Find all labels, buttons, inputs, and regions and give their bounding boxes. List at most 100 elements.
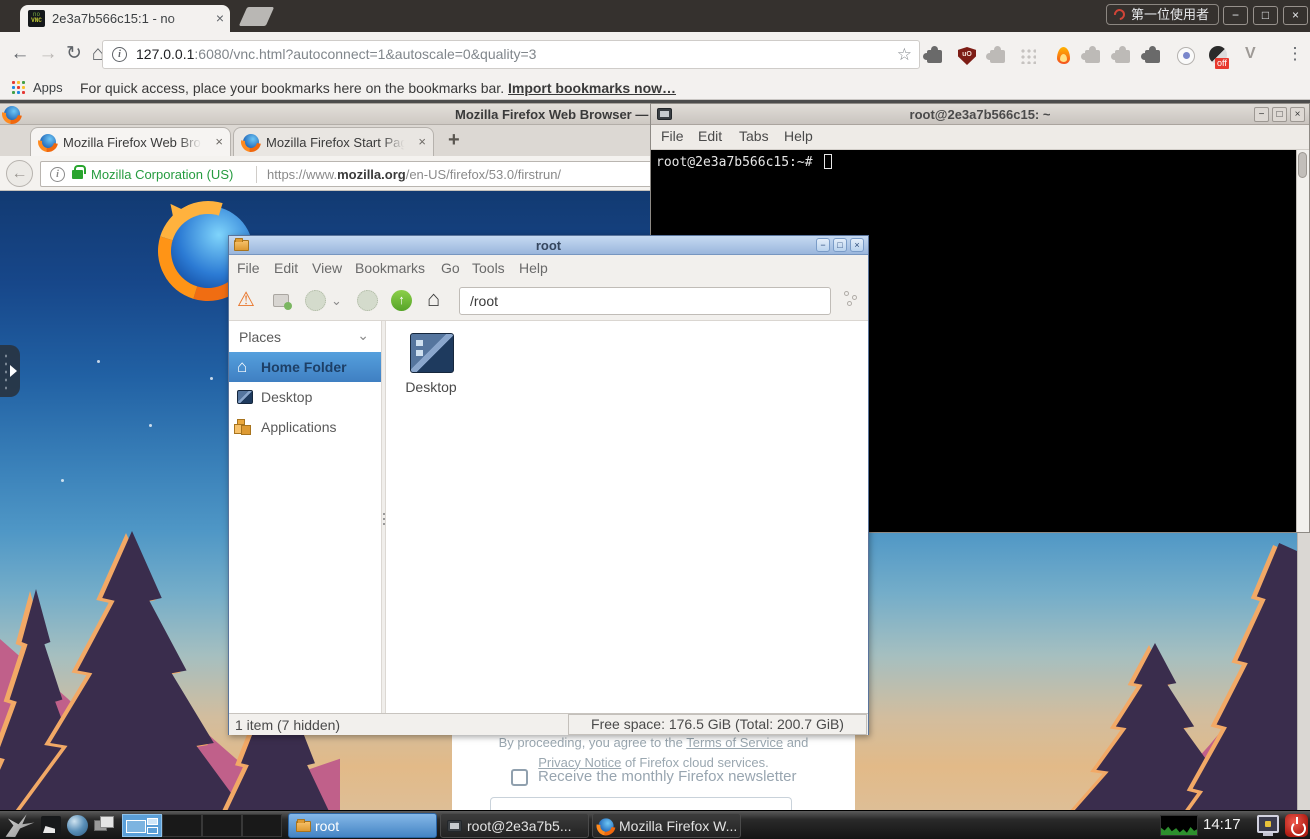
extension-ublock[interactable]: uO (955, 44, 979, 68)
tab-close-icon[interactable]: × (216, 11, 224, 25)
home-directory-button[interactable]: ⌂ (427, 286, 440, 312)
power-button[interactable] (1285, 814, 1308, 837)
page-info-icon[interactable]: i (112, 47, 127, 62)
web-browser-launcher-icon[interactable] (67, 815, 88, 836)
terminal-maximize-button[interactable]: □ (1272, 107, 1287, 122)
import-bookmarks-link[interactable]: Import bookmarks now… (508, 80, 676, 96)
extension-flame[interactable] (1051, 44, 1075, 68)
identity-label[interactable]: Mozilla Corporation (US) (91, 167, 233, 182)
terminal-scrollbar[interactable] (1296, 150, 1309, 532)
terminal-prompt: root@2e3a7b566c15:~# (656, 154, 832, 170)
minimize-icon: − (1232, 8, 1239, 22)
lxde-menu-icon[interactable] (5, 813, 35, 838)
url-prefix: https://www. (267, 167, 337, 182)
path-field[interactable]: /root (459, 287, 831, 315)
warning-icon[interactable]: ⚠ (237, 287, 255, 312)
back-button[interactable]: ← (8, 41, 32, 67)
novnc-control-handle[interactable] (0, 345, 20, 397)
menu-file[interactable]: File (661, 128, 684, 144)
firefox-new-tab-button[interactable]: + (448, 129, 460, 152)
firefox-tab-1[interactable]: Mozilla Firefox Web Bro × (30, 127, 231, 156)
iconify-windows-icon[interactable] (94, 816, 116, 835)
extension-chat[interactable] (1174, 44, 1198, 68)
apps-grid-icon[interactable] (12, 81, 25, 94)
file-manager-titlebar[interactable]: root − □ × (229, 236, 868, 255)
place-applications[interactable]: Applications (229, 412, 381, 442)
omnibox[interactable]: i 127.0.0.1:6080/vnc.html?autoconnect=1&… (102, 40, 920, 69)
extension-vimium[interactable]: V (1241, 44, 1265, 68)
window-minimize-button[interactable]: − (1223, 6, 1248, 25)
chevron-down-icon[interactable]: ⌄ (357, 327, 369, 344)
window-close-button[interactable]: × (1283, 6, 1308, 25)
menu-file[interactable]: File (237, 260, 260, 276)
chrome-active-tab[interactable]: noVNC 2e3a7b566c15:1 - no × (20, 5, 230, 32)
extension-puzzle-dark-1[interactable] (923, 44, 947, 68)
apps-label[interactable]: Apps (33, 80, 63, 95)
scrollbar-thumb[interactable] (1298, 152, 1307, 178)
firefox-tab-2[interactable]: Mozilla Firefox Start Pag × (233, 127, 434, 156)
chevron-down-icon[interactable]: ⌄ (331, 293, 342, 309)
reload-button[interactable]: ↻ (62, 41, 86, 67)
tab-close-icon[interactable]: × (418, 134, 426, 149)
extension-puzzle-light-1[interactable] (986, 44, 1010, 68)
chrome-menu-button[interactable]: ⋮ (1284, 42, 1306, 66)
forward-button[interactable]: → (36, 41, 60, 67)
profile-chip[interactable]: 第一位使用者 (1106, 4, 1219, 25)
desktop-3[interactable] (202, 814, 242, 837)
extension-puzzle-dark-2[interactable] (1141, 44, 1165, 68)
file-item-desktop[interactable]: Desktop (396, 331, 466, 401)
file-manager-statusbar: 1 item (7 hidden) Free space: 176.5 GiB … (229, 713, 868, 735)
side-pane-icon[interactable] (844, 291, 860, 309)
close-icon: × (1295, 109, 1301, 120)
page-info-icon[interactable]: i (50, 167, 65, 182)
window-maximize-button[interactable]: □ (1253, 6, 1278, 25)
menu-tabs[interactable]: Tabs (739, 128, 769, 144)
taskbar-button-file-manager[interactable]: root (288, 813, 437, 838)
extension-grid[interactable] (1016, 44, 1040, 68)
fm-close-button[interactable]: × (850, 238, 864, 252)
terminal-close-button[interactable]: × (1290, 107, 1305, 122)
bookmark-star-icon[interactable]: ☆ (897, 45, 912, 65)
menu-help[interactable]: Help (784, 128, 813, 144)
file-list-area[interactable]: Desktop (386, 321, 868, 713)
places-sidebar: Places ⌄ ⌂ Home Folder Desktop Applicati… (229, 321, 381, 713)
nav-back-button[interactable] (305, 290, 326, 311)
up-directory-button[interactable]: ↑ (391, 290, 412, 311)
lock-screen-icon[interactable] (1257, 815, 1279, 833)
fm-minimize-button[interactable]: − (816, 238, 830, 252)
fm-maximize-button[interactable]: □ (833, 238, 847, 252)
desktop-4[interactable] (242, 814, 282, 837)
firefox-back-button[interactable]: ← (6, 160, 33, 187)
file-manager-launcher-icon[interactable] (41, 816, 61, 835)
menu-tools[interactable]: Tools (472, 260, 505, 276)
reload-icon: ↻ (66, 43, 82, 64)
extension-off[interactable]: off (1206, 44, 1230, 68)
place-home-folder[interactable]: ⌂ Home Folder (229, 352, 381, 382)
nav-forward-button[interactable] (357, 290, 378, 311)
new-tab-button[interactable] (239, 7, 274, 26)
taskbar-button-terminal[interactable]: root@2e3a7b5... (440, 813, 589, 838)
place-label: Desktop (261, 382, 312, 412)
menu-help[interactable]: Help (519, 260, 548, 276)
desktop-1[interactable] (122, 814, 162, 837)
firefox-favicon (243, 134, 259, 150)
menu-view[interactable]: View (312, 260, 342, 276)
extension-puzzle-light-2[interactable] (1081, 44, 1105, 68)
terminal-minimize-button[interactable]: − (1254, 107, 1269, 122)
terminal-titlebar[interactable]: root@2e3a7b566c15: ~ − □ × (651, 104, 1309, 125)
desktop-2[interactable] (162, 814, 202, 837)
menu-edit[interactable]: Edit (274, 260, 298, 276)
file-manager-title: root (229, 238, 868, 253)
tab-close-icon[interactable]: × (215, 134, 223, 149)
star-dot (61, 479, 64, 482)
menu-edit[interactable]: Edit (698, 128, 722, 144)
place-desktop[interactable]: Desktop (229, 382, 381, 412)
menu-go[interactable]: Go (441, 260, 460, 276)
email-input[interactable] (490, 797, 792, 810)
taskbar-button-firefox[interactable]: Mozilla Firefox W... (592, 813, 741, 838)
terms-of-service-link[interactable]: Terms of Service (686, 735, 783, 750)
menu-bookmarks[interactable]: Bookmarks (355, 260, 425, 276)
extension-puzzle-light-3[interactable] (1111, 44, 1135, 68)
new-tab-icon[interactable] (273, 294, 289, 307)
newsletter-checkbox[interactable] (511, 769, 528, 786)
